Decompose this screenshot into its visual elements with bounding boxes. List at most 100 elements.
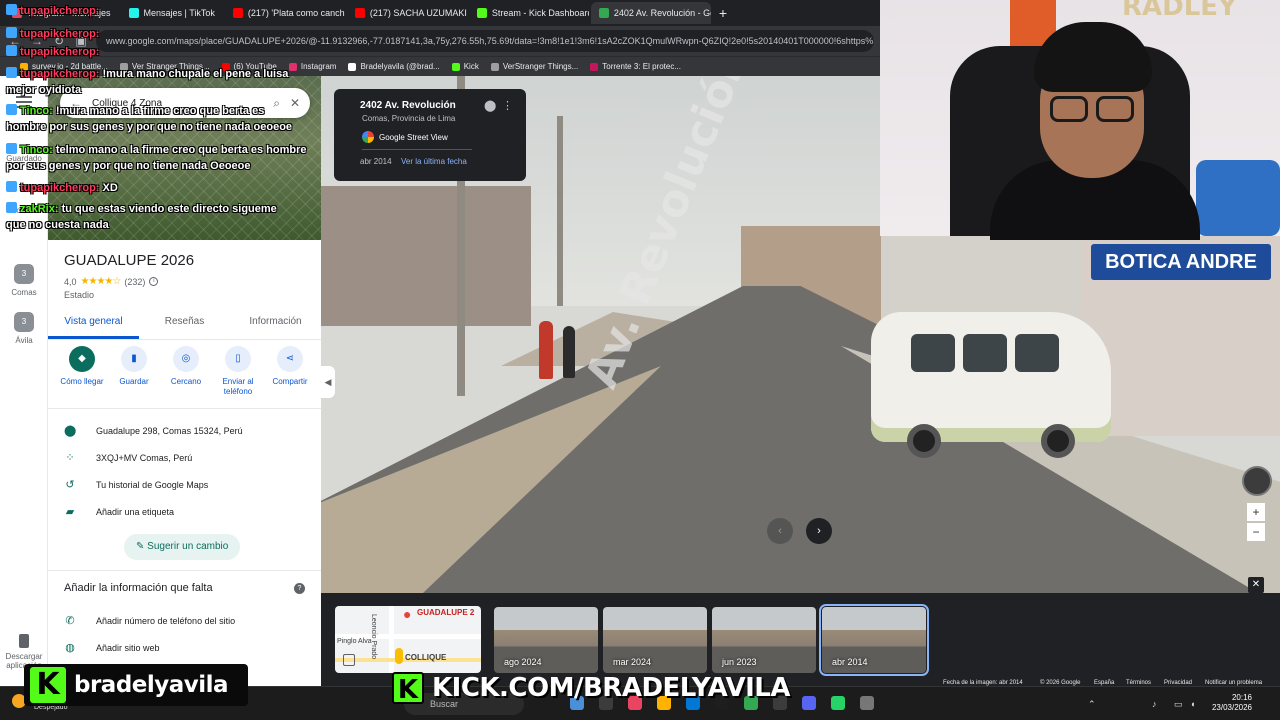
tab-0[interactable]: Vista general — [48, 310, 139, 339]
browser-tab[interactable]: 2402 Av. Revolución - Go — [590, 2, 711, 24]
chat-text: mejor oyidiota — [6, 84, 82, 96]
microphone-icon[interactable]: ♪ — [1152, 699, 1157, 709]
map-street-label: Leoncio Prado — [370, 614, 377, 660]
mini-map[interactable]: ● GUADALUPE 2 Pinglo Alva Leoncio Prado … — [335, 606, 481, 673]
streamer-handle-banner: K bradelyavila — [24, 664, 248, 706]
close-icon[interactable]: ✕ — [290, 96, 300, 110]
chat-username: tupapikcherop: — [20, 46, 100, 58]
latest-date-link[interactable]: Ver la última fecha — [401, 157, 467, 166]
nearby-icon: ◎ — [173, 346, 199, 372]
next-photo-button[interactable]: › — [806, 518, 832, 544]
expand-map-icon[interactable] — [343, 654, 355, 666]
action-button[interactable]: ◎ Cercano — [160, 346, 212, 397]
add-phone-row[interactable]: ✆ Añadir número de teléfono del sitio — [64, 614, 235, 627]
tab-favicon-icon — [128, 8, 139, 18]
label-text: Añadir una etiqueta — [96, 506, 175, 517]
clock[interactable]: 20:16 23/03/2026 — [1204, 693, 1252, 713]
address-row[interactable]: ⬤ Guadalupe 298, Comas 15324, Perú — [64, 424, 243, 437]
help-icon[interactable]: ? — [294, 583, 305, 594]
review-count[interactable]: (232) — [124, 277, 145, 287]
photo-thumbnail[interactable]: mar 2024 — [603, 607, 707, 673]
chat-message: Tinco: !mura mano a la firme creo que be… — [6, 104, 264, 117]
chat-text: que no cuesta nada — [6, 219, 109, 231]
bookmark-favicon-icon — [590, 62, 599, 71]
bookmark-item[interactable]: VerStranger Things... — [490, 62, 578, 71]
volume-icon[interactable]: ◖ — [1190, 699, 1195, 709]
browser-tab[interactable]: (217) 'Plata como cancha' — [225, 2, 345, 24]
label-row[interactable]: ▰ Añadir una etiqueta — [64, 505, 174, 518]
van-wheel — [907, 424, 941, 458]
tab-2[interactable]: Información — [230, 310, 321, 339]
tab-1[interactable]: Reseñas — [139, 310, 230, 339]
network-icon[interactable]: ▭ — [1174, 699, 1183, 710]
streamer-handle: bradelyavila — [74, 672, 229, 698]
bookmark-item[interactable]: Bradelyavila (@brad... — [348, 62, 440, 71]
chat-text: tu que estas viendo este directo sigueme — [61, 203, 277, 215]
action-button[interactable]: ▯ Enviar al teléfono — [212, 346, 264, 397]
chat-username: Tinco: — [20, 144, 53, 156]
suggest-edit-button[interactable]: ✎ Sugerir un cambio — [124, 534, 241, 560]
chat-username: tupapikcherop: — [20, 182, 100, 194]
browser-tab[interactable]: (217) SACHA UZUMAKI y — [347, 2, 467, 24]
more-options-icon[interactable]: ⋮ — [502, 99, 513, 112]
collapse-panel-button[interactable]: ◀ — [321, 366, 335, 398]
browser-tab[interactable]: Stream - Kick Dashboard — [469, 2, 589, 24]
rail-comas-label: Comas — [11, 288, 37, 297]
map-pin-icon: ● — [403, 606, 412, 622]
bookmark-favicon-icon — [490, 62, 499, 71]
place-category[interactable]: Estadio — [64, 290, 94, 300]
chat-message: tupapikcherop: — [6, 27, 99, 40]
photo-thumbnail[interactable]: ago 2024 — [494, 607, 598, 673]
prev-photo-button[interactable]: ‹ — [767, 518, 793, 544]
browser-tab-bar: Telegram - Mensajes Mensajes | TikTok (217… — [0, 0, 880, 26]
discord-icon[interactable] — [802, 696, 816, 710]
rail-comas[interactable]: 3 Comas — [0, 264, 48, 297]
bookmark-item[interactable]: Kick — [451, 62, 479, 71]
info-icon[interactable]: i — [149, 277, 159, 286]
bookmark-item[interactable]: Instagram — [288, 62, 336, 71]
bookmark-icon: ▮ — [121, 346, 147, 372]
bookmark-favicon-icon — [451, 62, 460, 71]
van-window — [911, 334, 955, 372]
action-button[interactable]: ◆ Cómo llegar — [56, 346, 108, 397]
phone-icon: ▯ — [225, 346, 251, 372]
bookmark-favicon-icon — [288, 62, 297, 71]
zoom-out-button[interactable]: − — [1247, 523, 1265, 541]
compass-icon[interactable] — [1242, 466, 1272, 496]
utility-pole — [557, 116, 563, 306]
bookmark-label: Bradelyavila (@brad... — [360, 62, 440, 71]
chat-text: hombre por sus genes y por que no tiene … — [6, 121, 293, 133]
van-window — [1015, 334, 1059, 372]
plus-code-row[interactable]: ⁘ 3XQJ+MV Comas, Perú — [64, 451, 192, 464]
whatsapp-icon[interactable] — [831, 696, 845, 710]
kick-logo-icon: K — [392, 672, 424, 705]
tab-favicon-icon — [476, 8, 487, 18]
missing-info-title: Añadir la información que falta — [64, 582, 213, 594]
search-icon[interactable]: ⌕ — [273, 96, 280, 111]
bookmark-item[interactable]: Torrente 3: El protec... — [590, 62, 681, 71]
browser-tab[interactable]: Mensajes | TikTok — [121, 2, 223, 24]
add-website-row[interactable]: ◍ Añadir sitio web — [64, 641, 159, 654]
rail-avila[interactable]: 3 Ávila — [0, 312, 48, 345]
map-road — [389, 606, 394, 673]
url-field[interactable]: www.google.com/maps/place/GUADALUPE+2026… — [96, 30, 874, 52]
add-phone-text: Añadir número de teléfono del sitio — [96, 615, 236, 626]
photo-thumbnail[interactable]: abr 2014 — [819, 604, 929, 676]
zoom-in-button[interactable]: + — [1247, 503, 1265, 521]
tab-favicon-icon — [232, 8, 243, 18]
sv-provider: Google Street View — [362, 131, 448, 143]
tray-chevron-icon[interactable]: ⌃ — [1088, 699, 1096, 710]
wall-lettering: RADLEY — [1122, 0, 1237, 22]
close-street-view-button[interactable]: ✕ — [1248, 577, 1264, 593]
action-button[interactable]: ⋖ Compartir — [264, 346, 316, 397]
shop-sign: BOTICA ANDRE — [1091, 244, 1271, 280]
location-pin-icon[interactable]: ⬤ — [484, 99, 496, 112]
action-button[interactable]: ▮ Guardar — [108, 346, 160, 397]
photo-thumbnail[interactable]: jun 2023 — [712, 607, 816, 673]
obs-icon[interactable] — [860, 696, 874, 710]
new-tab-icon[interactable]: + — [713, 5, 733, 21]
clock-date: 23/03/2026 — [1211, 703, 1252, 712]
bookmark-label: Torrente 3: El protec... — [602, 62, 681, 71]
history-row[interactable]: ↺ Tu historial de Google Maps — [64, 478, 208, 491]
chat-username: tupapikcherop: — [20, 68, 100, 80]
